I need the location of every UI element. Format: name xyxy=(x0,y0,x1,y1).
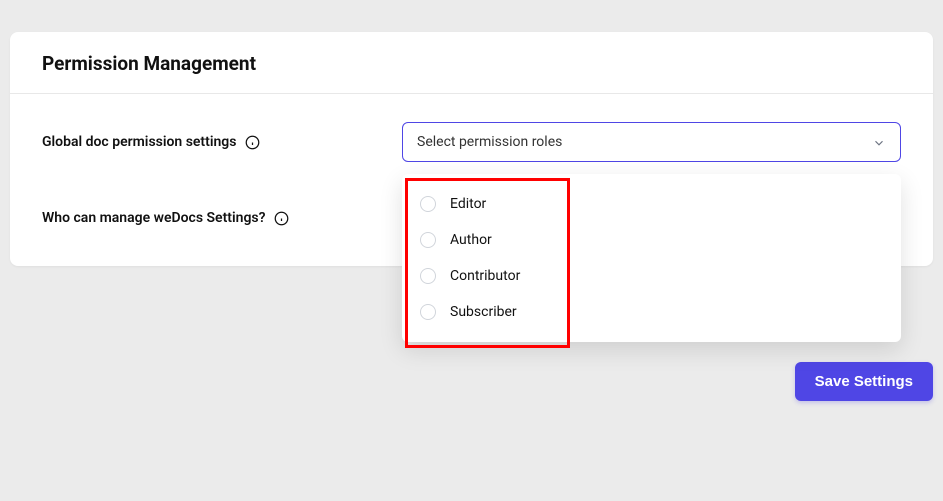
card-title: Permission Management xyxy=(42,52,901,75)
option-label: Subscriber xyxy=(450,304,517,320)
card-header: Permission Management xyxy=(10,32,933,94)
permission-roles-dropdown: Editor Author Contributor Subscriber xyxy=(402,174,901,342)
manage-settings-label-col: Who can manage weDocs Settings? xyxy=(42,210,402,226)
radio-icon xyxy=(420,268,436,284)
global-permission-row: Global doc permission settings Select pe… xyxy=(42,122,901,162)
dropdown-option-contributor[interactable]: Contributor xyxy=(402,258,901,294)
chevron-down-icon xyxy=(872,135,886,149)
radio-icon xyxy=(420,196,436,212)
dropdown-option-editor[interactable]: Editor xyxy=(402,186,901,222)
option-label: Editor xyxy=(450,196,486,212)
card-body: Global doc permission settings Select pe… xyxy=(10,94,933,266)
dropdown-option-subscriber[interactable]: Subscriber xyxy=(402,294,901,330)
option-label: Author xyxy=(450,232,492,248)
dropdown-option-author[interactable]: Author xyxy=(402,222,901,258)
global-permission-label: Global doc permission settings xyxy=(42,134,236,150)
global-permission-control: Select permission roles Editor xyxy=(402,122,901,162)
global-permission-label-col: Global doc permission settings xyxy=(42,134,402,150)
select-placeholder: Select permission roles xyxy=(417,134,562,150)
radio-icon xyxy=(420,304,436,320)
info-icon[interactable] xyxy=(244,134,260,150)
manage-settings-label: Who can manage weDocs Settings? xyxy=(42,210,266,226)
save-settings-button[interactable]: Save Settings xyxy=(795,362,933,401)
option-label: Contributor xyxy=(450,268,520,284)
permission-card: Permission Management Global doc permiss… xyxy=(10,32,933,266)
permission-roles-select[interactable]: Select permission roles xyxy=(402,122,901,162)
info-icon[interactable] xyxy=(274,210,290,226)
radio-icon xyxy=(420,232,436,248)
save-button-wrap: Save Settings xyxy=(795,362,933,401)
